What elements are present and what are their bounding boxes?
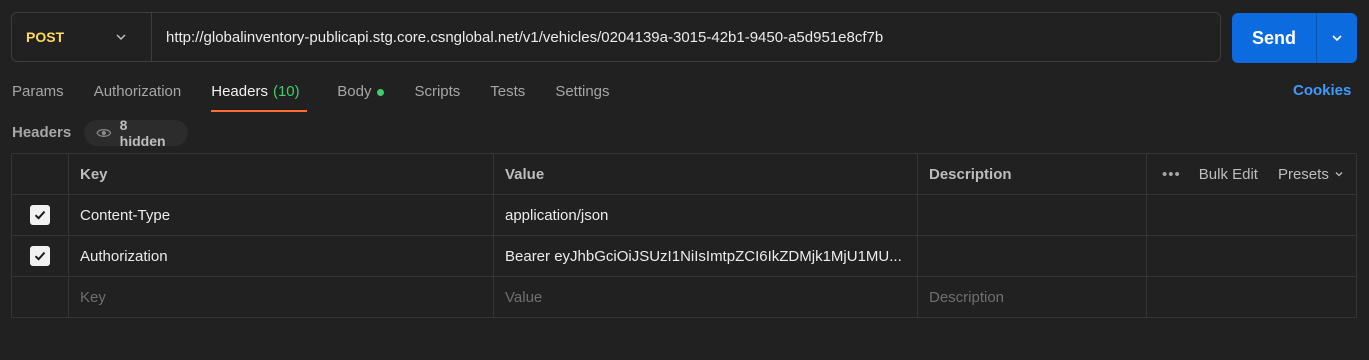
- tab-label: Authorization: [93, 83, 182, 100]
- method-selector[interactable]: POST: [12, 13, 152, 61]
- checkmark-icon: [34, 210, 46, 220]
- table-row: Authorization Bearer eyJhbGciOiJSUzI1NiI…: [12, 236, 1356, 277]
- row-checkbox-cell: [12, 195, 69, 235]
- tab-authorization[interactable]: Authorization: [94, 82, 182, 112]
- new-value-input[interactable]: Value: [494, 277, 918, 318]
- tab-headers[interactable]: Headers (10): [211, 82, 308, 112]
- bulk-edit-button[interactable]: Bulk Edit: [1199, 166, 1258, 183]
- cookies-link[interactable]: Cookies: [1293, 82, 1351, 99]
- new-key-input[interactable]: Key: [69, 277, 494, 318]
- new-header-row: Key Value Description: [12, 277, 1356, 318]
- url-input[interactable]: http://globalinventory-publicapi.stg.cor…: [152, 29, 883, 46]
- tab-label: Settings: [555, 83, 610, 100]
- header-checkbox-col: [12, 154, 69, 194]
- method-label: POST: [26, 29, 65, 45]
- row-actions-cell: [1147, 195, 1358, 235]
- column-header-description: Description: [918, 154, 1147, 194]
- headers-table: Key Value Description ••• Bulk Edit Pres…: [11, 153, 1357, 318]
- tab-params[interactable]: Params: [12, 82, 64, 112]
- headers-count: (10): [272, 83, 300, 100]
- chevron-down-icon: [1332, 35, 1342, 42]
- send-button-group: Send: [1232, 13, 1357, 63]
- send-button[interactable]: Send: [1232, 28, 1316, 49]
- checkmark-icon: [34, 251, 46, 261]
- tab-label: Body: [337, 83, 372, 100]
- row-actions-cell: [1147, 236, 1358, 276]
- header-description-field[interactable]: [918, 236, 1147, 276]
- presets-dropdown[interactable]: Presets: [1278, 166, 1345, 183]
- eye-icon: [96, 129, 112, 137]
- row-checkbox-cell: [12, 277, 69, 318]
- column-header-value: Value: [494, 154, 918, 194]
- header-value-text: Bearer eyJhbGciOiJSUzI1NiIsImtpZCI6IkZDM…: [505, 247, 902, 265]
- row-actions-cell: [1147, 277, 1358, 318]
- tab-tests[interactable]: Tests: [490, 82, 525, 112]
- request-tabs: Params Authorization Headers (10) Body Sc…: [12, 82, 640, 114]
- chevron-down-icon: [116, 34, 126, 41]
- hidden-count-label: 8 hidden: [119, 117, 166, 149]
- row-enabled-checkbox[interactable]: [30, 246, 50, 266]
- new-description-input[interactable]: Description: [918, 277, 1147, 318]
- tab-label: Params: [12, 83, 64, 100]
- presets-label: Presets: [1277, 165, 1329, 183]
- table-header-row: Key Value Description ••• Bulk Edit Pres…: [12, 154, 1356, 195]
- header-key-field[interactable]: Content-Type: [69, 195, 494, 235]
- tab-label: Scripts: [414, 83, 461, 100]
- header-key-field[interactable]: Authorization: [69, 236, 494, 276]
- header-value-field[interactable]: Bearer eyJhbGciOiJSUzI1NiIsImtpZCI6IkZDM…: [494, 236, 918, 276]
- table-actions: ••• Bulk Edit Presets: [1147, 154, 1358, 194]
- header-value-text: application/json: [505, 206, 609, 224]
- headers-section-title: Headers: [12, 124, 72, 141]
- chevron-down-icon: [1335, 172, 1343, 177]
- row-checkbox-cell: [12, 236, 69, 276]
- tab-settings[interactable]: Settings: [555, 82, 609, 112]
- hidden-headers-toggle[interactable]: 8 hidden: [84, 117, 188, 149]
- header-description-field[interactable]: [918, 195, 1147, 235]
- tab-label: Tests: [490, 83, 526, 100]
- tab-scripts[interactable]: Scripts: [414, 82, 460, 112]
- body-status-dot: [377, 89, 385, 96]
- column-header-key: Key: [69, 154, 494, 194]
- row-enabled-checkbox[interactable]: [30, 205, 50, 225]
- tab-label: Headers: [211, 83, 268, 100]
- tab-body[interactable]: Body: [337, 82, 385, 112]
- send-dropdown-button[interactable]: [1317, 30, 1357, 46]
- request-url-bar: POST http://globalinventory-publicapi.st…: [11, 12, 1221, 62]
- header-value-field[interactable]: application/json: [494, 195, 918, 235]
- more-options-icon[interactable]: •••: [1162, 166, 1181, 183]
- table-row: Content-Type application/json: [12, 195, 1356, 236]
